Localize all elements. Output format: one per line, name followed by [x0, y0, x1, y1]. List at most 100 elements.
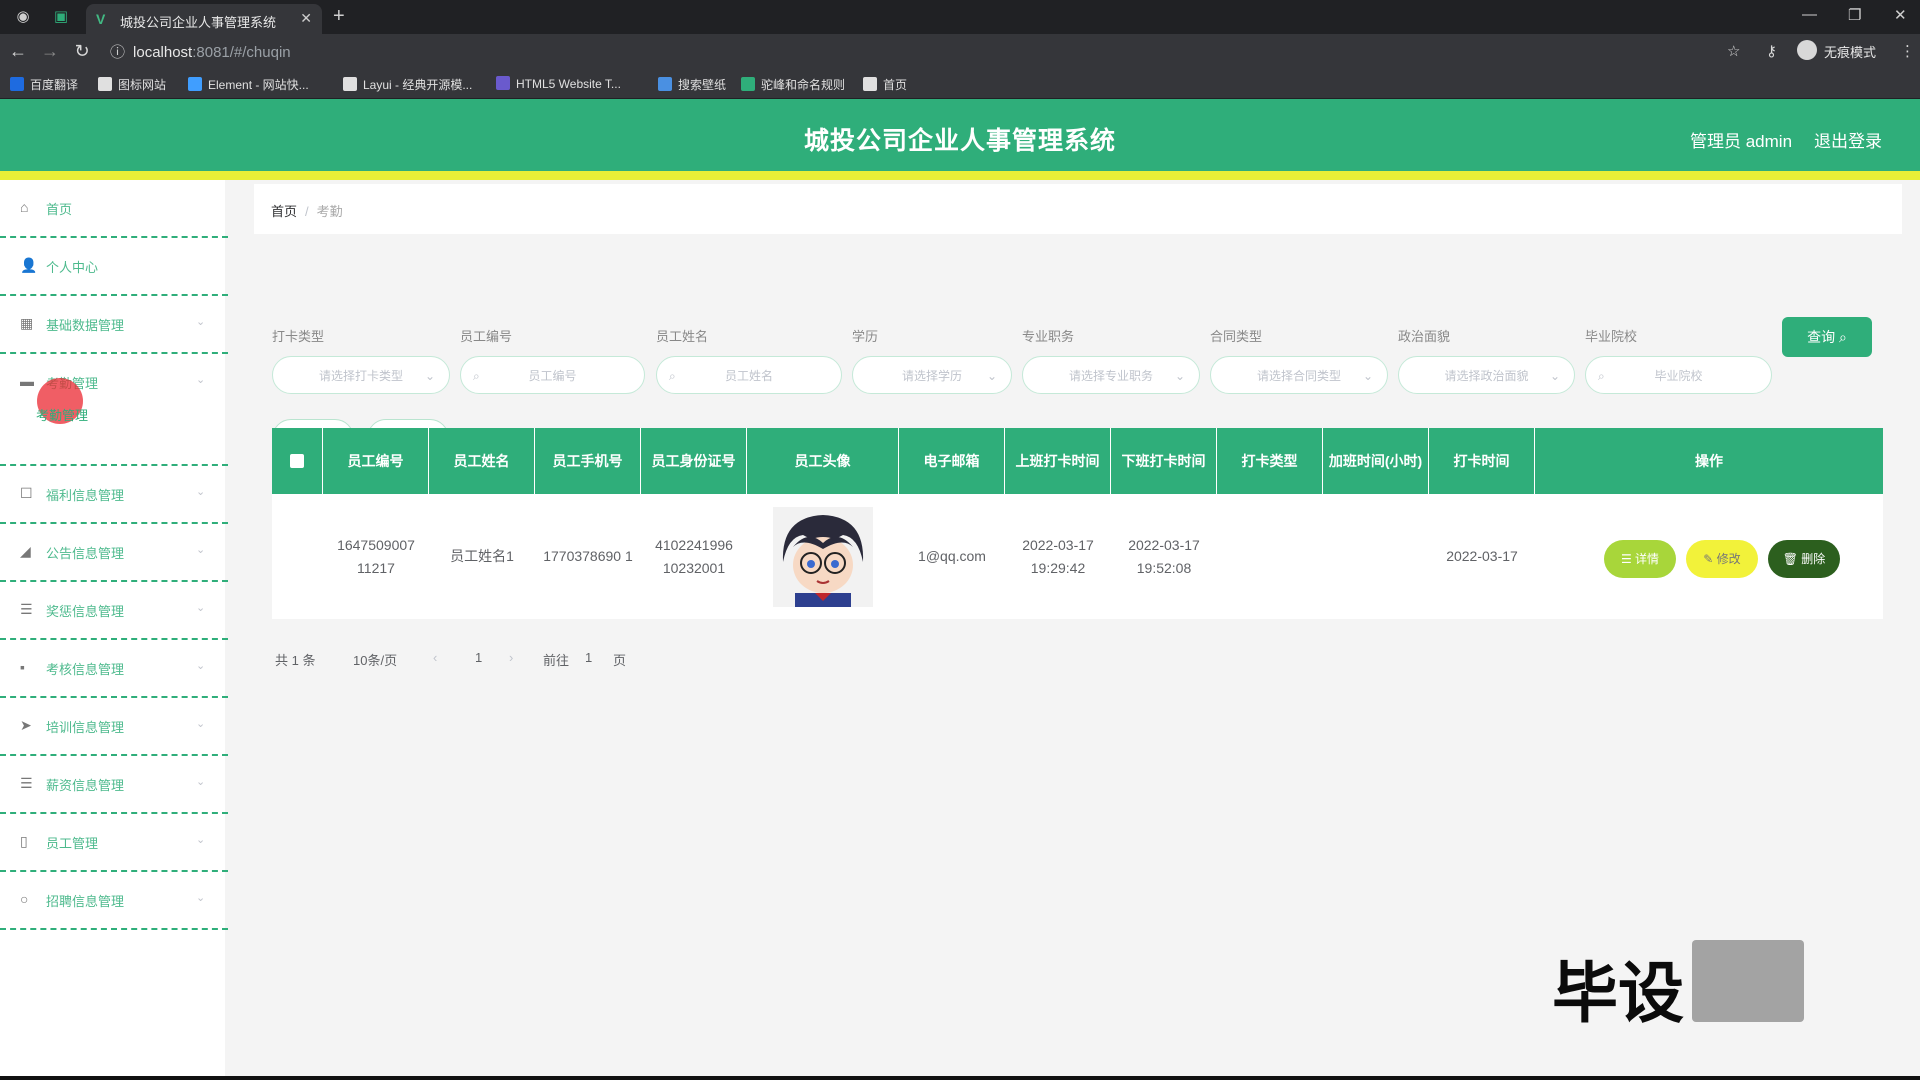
window-close-icon[interactable]: ✕: [1894, 6, 1907, 24]
app-root: 城投公司企业人事管理系统 管理员 admin 退出登录 ⌂ 首页 👤 个人中心 ▦ 基础数…: [0, 99, 1920, 1076]
sidebar-item-7[interactable]: ☰ 奖惩信息管理 ⌄: [0, 582, 228, 640]
column-header: 打卡类型: [1217, 428, 1323, 494]
bookmark-item[interactable]: 驼峰和命名规则: [741, 76, 845, 93]
incognito-label: 无痕模式: [1824, 45, 1877, 60]
chevron-down-icon: ⌄: [1174, 369, 1185, 383]
sidebar-item-5[interactable]: ☐ 福利信息管理 ⌄: [0, 466, 228, 524]
sidebar-item-2[interactable]: 👤 个人中心: [0, 238, 228, 296]
bookmark-item[interactable]: 首页: [863, 76, 907, 93]
sidebar-item-label: 基础数据管理: [46, 318, 125, 333]
current-page[interactable]: 1: [475, 650, 482, 665]
search-icon: ⌕: [1598, 369, 1605, 383]
search-icon: ⌕: [669, 369, 676, 383]
sidebar-item-12[interactable]: ○ 招聘信息管理 ⌄: [0, 872, 228, 930]
row-checkbox-cell[interactable]: [272, 494, 323, 619]
search-input[interactable]: ⌕ 员工编号: [460, 356, 645, 394]
edit-button[interactable]: ✎ 修改: [1686, 540, 1758, 578]
breadcrumb-current: 考勤: [316, 204, 343, 219]
bookmark-item[interactable]: 图标网站: [98, 76, 166, 93]
search-label: 员工姓名: [656, 329, 709, 344]
next-page-button[interactable]: ›: [509, 650, 513, 665]
note-icon: ▪: [20, 659, 25, 675]
search-label: 学历: [852, 329, 879, 344]
pinned-tab-icon[interactable]: ▣: [48, 4, 74, 30]
bookmark-label: Element - 网站快...: [208, 78, 309, 92]
tab-close-icon[interactable]: ✕: [300, 10, 312, 27]
sidebar-item-4[interactable]: ▬考勤管理 ⌄: [0, 354, 228, 466]
search-input-placeholder: 员工姓名: [724, 369, 773, 383]
minimize-icon[interactable]: —: [1802, 6, 1817, 23]
vue-favicon-icon: V: [96, 11, 106, 27]
url-field[interactable]: ⓘ localhost:8081/#/chuqin: [110, 41, 291, 61]
breadcrumb: 首页 / 考勤: [271, 204, 343, 219]
back-icon[interactable]: ←: [6, 39, 30, 63]
submenu-item-attendance[interactable]: 考勤管理: [36, 405, 88, 424]
goto-page-input[interactable]: 1: [585, 650, 592, 665]
search-label: 毕业院校: [1585, 329, 1638, 344]
bookmark-label: Layui - 经典开源模...: [363, 78, 473, 92]
sidebar-item-8[interactable]: ▪ 考核信息管理 ⌄: [0, 640, 228, 698]
key-icon[interactable]: ⚷: [1766, 42, 1777, 60]
column-header: 操作: [1695, 452, 1723, 469]
browser-tab[interactable]: V 城投公司企业人事管理系统 ✕: [86, 4, 322, 34]
column-header: 员工姓名: [429, 428, 535, 494]
bookmark-favicon-icon: [98, 77, 112, 91]
detail-button[interactable]: ☰ 详情: [1604, 540, 1676, 578]
system-title: 城投公司企业人事管理系统: [803, 127, 1116, 155]
query-button[interactable]: 查询 ⌕: [1782, 317, 1872, 357]
search-input[interactable]: ⌕ 毕业院校: [1585, 356, 1772, 394]
row-delete-button[interactable]: 🗑 删除: [1768, 540, 1840, 578]
browser-more-icon[interactable]: ⋮: [1900, 42, 1915, 60]
sidebar-item-11[interactable]: ▯ 员工管理 ⌄: [0, 814, 228, 872]
url-host: localhost: [133, 44, 193, 61]
bookmark-item[interactable]: 百度翻译: [10, 76, 78, 93]
cell-avatar: [747, 494, 899, 619]
speaker-icon: ◢: [20, 543, 31, 559]
chevron-down-icon: ⌄: [196, 374, 206, 386]
sidebar-item-label: 培训信息管理: [46, 720, 125, 735]
breadcrumb-home[interactable]: 首页: [271, 204, 297, 219]
bookmark-item[interactable]: Layui - 经典开源模...: [343, 76, 472, 93]
sidebar-item-10[interactable]: ☰ 薪资信息管理 ⌄: [0, 756, 228, 814]
search-input[interactable]: 请选择合同类型 ⌄: [1210, 356, 1388, 394]
chevron-down-icon: ⌄: [196, 486, 206, 498]
logout-link[interactable]: 退出登录: [1814, 127, 1882, 152]
search-input[interactable]: 请选择政治面貌 ⌄: [1398, 356, 1575, 394]
search-icon: ⌕: [473, 369, 480, 383]
select-all-checkbox[interactable]: [290, 454, 304, 468]
sidebar-item-3[interactable]: ▦ 基础数据管理 ⌄: [0, 296, 228, 354]
bottom-edge: [0, 1076, 1920, 1080]
sidebar-item-label: 首页: [46, 202, 73, 217]
chevron-down-icon: ⌄: [196, 316, 206, 328]
restore-icon[interactable]: ❐: [1848, 6, 1861, 24]
sidebar-item-9[interactable]: ➤ 培训信息管理 ⌄: [0, 698, 228, 756]
bookmark-star-icon[interactable]: ☆: [1727, 42, 1740, 60]
select-all-checkbox-cell[interactable]: [272, 428, 323, 494]
forward-icon[interactable]: →: [38, 39, 62, 63]
prev-page-button[interactable]: ‹: [433, 650, 437, 665]
cell-phone: 1770378690 1: [543, 548, 633, 564]
search-label: 专业职务: [1022, 329, 1075, 344]
bookmark-item[interactable]: Element - 网站快...: [188, 76, 309, 93]
page-size-select[interactable]: 10条/页: [353, 650, 397, 669]
reload-icon[interactable]: ↻: [70, 39, 94, 63]
bookmark-item[interactable]: HTML5 Website T...: [496, 76, 621, 91]
search-input[interactable]: ⌕ 员工姓名: [656, 356, 842, 394]
cell-clock-type: [1217, 494, 1323, 619]
sidebar-item-6[interactable]: ◢ 公告信息管理 ⌄: [0, 524, 228, 582]
sidebar-item-1[interactable]: ⌂ 首页: [0, 180, 228, 238]
tab-title: 城投公司企业人事管理系统: [120, 15, 277, 30]
search-input[interactable]: 请选择专业职务 ⌄: [1022, 356, 1200, 394]
bookmark-favicon-icon: [863, 77, 877, 91]
search-input[interactable]: 请选择打卡类型 ⌄: [272, 356, 450, 394]
user-icon: 👤: [20, 257, 38, 273]
new-tab-icon[interactable]: +: [333, 5, 345, 28]
search-label: 员工编号: [460, 329, 513, 344]
search-input-placeholder: 请选择政治面貌: [1444, 369, 1529, 383]
bookmark-favicon-icon: [741, 77, 755, 91]
bookmark-item[interactable]: 搜索壁纸: [658, 76, 726, 93]
browser-menu-icon[interactable]: ◉: [10, 4, 36, 30]
search-input[interactable]: 请选择学历 ⌄: [852, 356, 1012, 394]
sidebar-item-label: 员工管理: [46, 836, 99, 851]
incognito-icon[interactable]: [1797, 40, 1817, 60]
